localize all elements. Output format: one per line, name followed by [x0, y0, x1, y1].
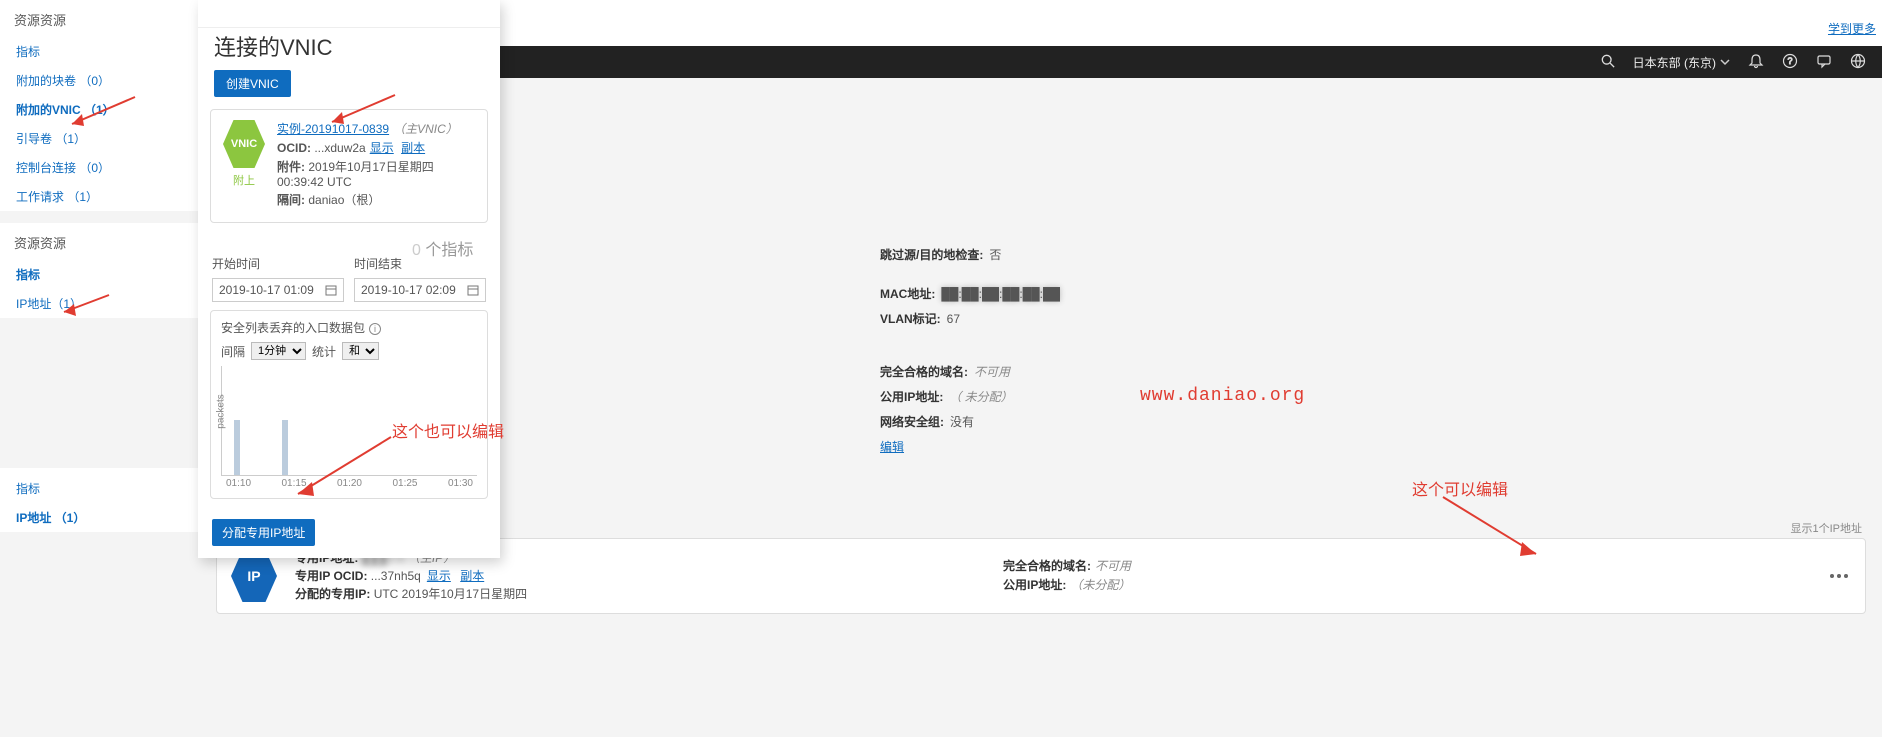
create-vnic-button[interactable]: 创建VNIC	[214, 70, 291, 97]
vlan-value: 67	[947, 312, 960, 326]
region-label: 日本东部 (东京)	[1633, 54, 1716, 71]
fqdn-label: 完全合格的域名:	[880, 365, 968, 379]
search-icon[interactable]	[1601, 54, 1615, 71]
chart-title: 安全列表丢弃的入口数据包	[221, 321, 365, 335]
xtick: 01:10	[226, 478, 251, 489]
vnic-overlay: 连接的VNIC 创建VNIC VNIC 附上 实例-20191017-0839 （…	[198, 0, 500, 558]
pubip-label: 公用IP地址:	[880, 390, 943, 404]
sidebar-item-work-requests[interactable]: 工作请求 （1）	[0, 182, 198, 211]
info-icon[interactable]: i	[369, 323, 381, 335]
ip-ocid-label: 专用IP OCID:	[295, 569, 367, 583]
vlan-label: VLAN标记:	[880, 312, 941, 326]
vnic-badge-icon: VNIC	[223, 120, 265, 168]
chevron-down-icon	[1720, 57, 1730, 67]
xtick: 01:15	[281, 478, 306, 489]
xtick: 01:30	[448, 478, 473, 489]
ocid-show-link[interactable]: 显示	[370, 141, 394, 155]
sidebar-item-metrics[interactable]: 指标	[0, 37, 198, 66]
ip-actions-menu[interactable]	[1827, 564, 1851, 588]
help-icon[interactable]: ?	[1782, 53, 1798, 72]
annotation-edit-also: 这个也可以编辑	[392, 418, 504, 442]
attach-label: 附件:	[277, 160, 305, 174]
start-time-label: 开始时间	[212, 255, 344, 272]
chart-panel: 安全列表丢弃的入口数据包i 间隔 1分钟 统计 和 packets 01:10 …	[210, 310, 488, 499]
skip-source-label: 跳过源/目的地检查:	[880, 248, 983, 262]
svg-text:?: ?	[1787, 56, 1792, 66]
top-header: 日本东部 (东京) ?	[500, 46, 1882, 78]
bell-icon[interactable]	[1748, 53, 1764, 72]
calendar-icon	[467, 284, 479, 296]
xtick: 01:25	[392, 478, 417, 489]
sidebar-item-metrics-3[interactable]: 指标	[0, 474, 198, 503]
learn-more-link[interactable]: 学到更多	[1828, 20, 1876, 37]
sidebar-item-block-volumes[interactable]: 附加的块卷 （0）	[0, 66, 198, 95]
ip-ocid-show-link[interactable]: 显示	[427, 569, 451, 583]
overlay-title: 连接的VNIC	[198, 28, 500, 70]
ip-fqdn-label: 完全合格的域名:	[1003, 559, 1091, 573]
sidebar-item-metrics-2[interactable]: 指标	[0, 260, 198, 289]
ocid-copy-link[interactable]: 副本	[401, 141, 425, 155]
globe-icon[interactable]	[1850, 53, 1866, 72]
alloc-ip-label: 分配的专用IP:	[295, 587, 370, 601]
stat-label: 统计	[312, 343, 336, 360]
stat-select[interactable]: 和	[342, 342, 379, 360]
sidebar-item-ip-2[interactable]: IP地址（1）	[0, 289, 198, 318]
vnic-card: VNIC 附上 实例-20191017-0839 （主VNIC） OCID: ..…	[210, 109, 488, 223]
fqdn-value: 不可用	[974, 365, 1010, 379]
sidebar-2-title: 资源资源	[0, 223, 198, 260]
sidebar-item-vnics[interactable]: 附加的VNIC （1）	[0, 95, 198, 124]
annotation-edit-this: 这个可以编辑	[1412, 476, 1508, 500]
mac-value: ██:██:██:██:██:██	[941, 287, 1060, 301]
compartment-value: daniao（根）	[308, 193, 380, 207]
interval-label: 间隔	[221, 343, 245, 360]
vnic-attach-status: 附上	[223, 172, 265, 188]
sidebar-item-boot-volumes[interactable]: 引导卷 （1）	[0, 124, 198, 153]
compartment-label: 隔间:	[277, 193, 305, 207]
skip-source-value: 否	[989, 248, 1001, 262]
mac-label: MAC地址:	[880, 287, 935, 301]
nsg-value: 没有	[950, 415, 974, 429]
sidebar-item-console-conn[interactable]: 控制台连接 （0）	[0, 153, 198, 182]
sidebar-1: 资源资源 指标 附加的块卷 （0） 附加的VNIC （1） 引导卷 （1） 控制…	[0, 0, 198, 211]
start-time-input[interactable]: 2019-10-17 01:09	[212, 278, 344, 302]
sidebar-2: 资源资源 指标 IP地址（1）	[0, 223, 198, 318]
edit-link[interactable]: 编辑	[880, 438, 1060, 455]
pubip-value: （ 未分配）	[949, 390, 1012, 404]
calendar-icon	[325, 284, 337, 296]
xtick: 01:20	[337, 478, 362, 489]
vnic-primary-label: （主VNIC）	[393, 122, 458, 136]
interval-select[interactable]: 1分钟	[251, 342, 306, 360]
vnic-info-grid: 跳过源/目的地检查: 否 MAC地址: ██:██:██:██:██:██ VLAN…	[880, 246, 1060, 455]
vnic-name-link[interactable]: 实例-20191017-0839	[277, 122, 389, 136]
sidebar-3: 指标 IP地址 （1）	[0, 468, 198, 532]
sidebar-item-ip-3[interactable]: IP地址 （1）	[0, 503, 198, 532]
sidebar-1-title: 资源资源	[0, 0, 198, 37]
chart-ylabel: packets	[216, 394, 227, 428]
assign-private-ip-button[interactable]: 分配专用IP地址	[212, 519, 315, 546]
ip-fqdn-value: 不可用	[1095, 559, 1131, 573]
ip-ocid-value: ...37nh5q	[371, 569, 421, 583]
alloc-ip-value: UTC 2019年10月17日星期四	[374, 587, 527, 601]
ip-pubip-label: 公用IP地址:	[1003, 578, 1066, 592]
ocid-value: ...xduw2a	[314, 141, 365, 155]
ip-ocid-copy-link[interactable]: 副本	[460, 569, 484, 583]
chat-icon[interactable]	[1816, 53, 1832, 72]
end-time-input[interactable]: 2019-10-17 02:09	[354, 278, 486, 302]
ip-pubip-value: （未分配）	[1070, 578, 1130, 592]
nsg-label: 网络安全组:	[880, 415, 944, 429]
watermark-text: www.daniao.org	[1140, 386, 1305, 406]
ocid-label: OCID:	[277, 141, 311, 155]
region-selector[interactable]: 日本东部 (东京)	[1633, 54, 1730, 71]
metrics-heading: 0 个指标	[412, 236, 473, 260]
